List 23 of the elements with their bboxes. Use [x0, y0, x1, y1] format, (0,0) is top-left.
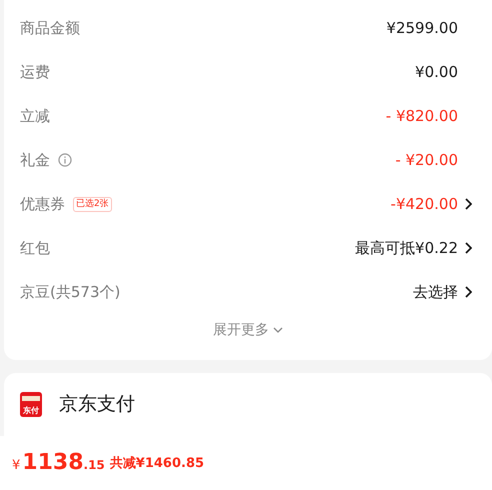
chevron-right-icon[interactable]: [465, 198, 472, 210]
row-value: ¥0.00: [415, 62, 458, 83]
coupon-tag: 已选2张: [73, 196, 112, 212]
row-label: 优惠券: [20, 194, 65, 215]
row-value: - ¥20.00: [395, 150, 458, 171]
row-value[interactable]: 最高可抵¥0.22: [355, 236, 458, 260]
row-label: 商品金额: [20, 18, 80, 39]
row-value[interactable]: -¥420.00: [390, 192, 458, 216]
total-price: ¥1138.15: [12, 448, 105, 476]
payment-method-name: 京东支付: [59, 392, 135, 417]
payment-logo: 东付: [20, 392, 42, 417]
chevron-right-icon[interactable]: [465, 286, 472, 298]
row-label: 京豆(共573个): [20, 282, 120, 303]
row-label: 礼金: [20, 150, 50, 171]
total-savings: 共减¥1460.85: [110, 455, 204, 474]
chevron-down-icon: [273, 327, 283, 333]
row-label: 红包: [20, 238, 50, 259]
row-value: ¥2599.00: [386, 18, 458, 39]
row-value: - ¥820.00: [386, 106, 458, 127]
row-value[interactable]: 去选择: [413, 280, 458, 304]
chevron-right-icon[interactable]: [465, 242, 472, 254]
row-label: 立减: [20, 106, 50, 127]
row-label: 运费: [20, 62, 50, 83]
